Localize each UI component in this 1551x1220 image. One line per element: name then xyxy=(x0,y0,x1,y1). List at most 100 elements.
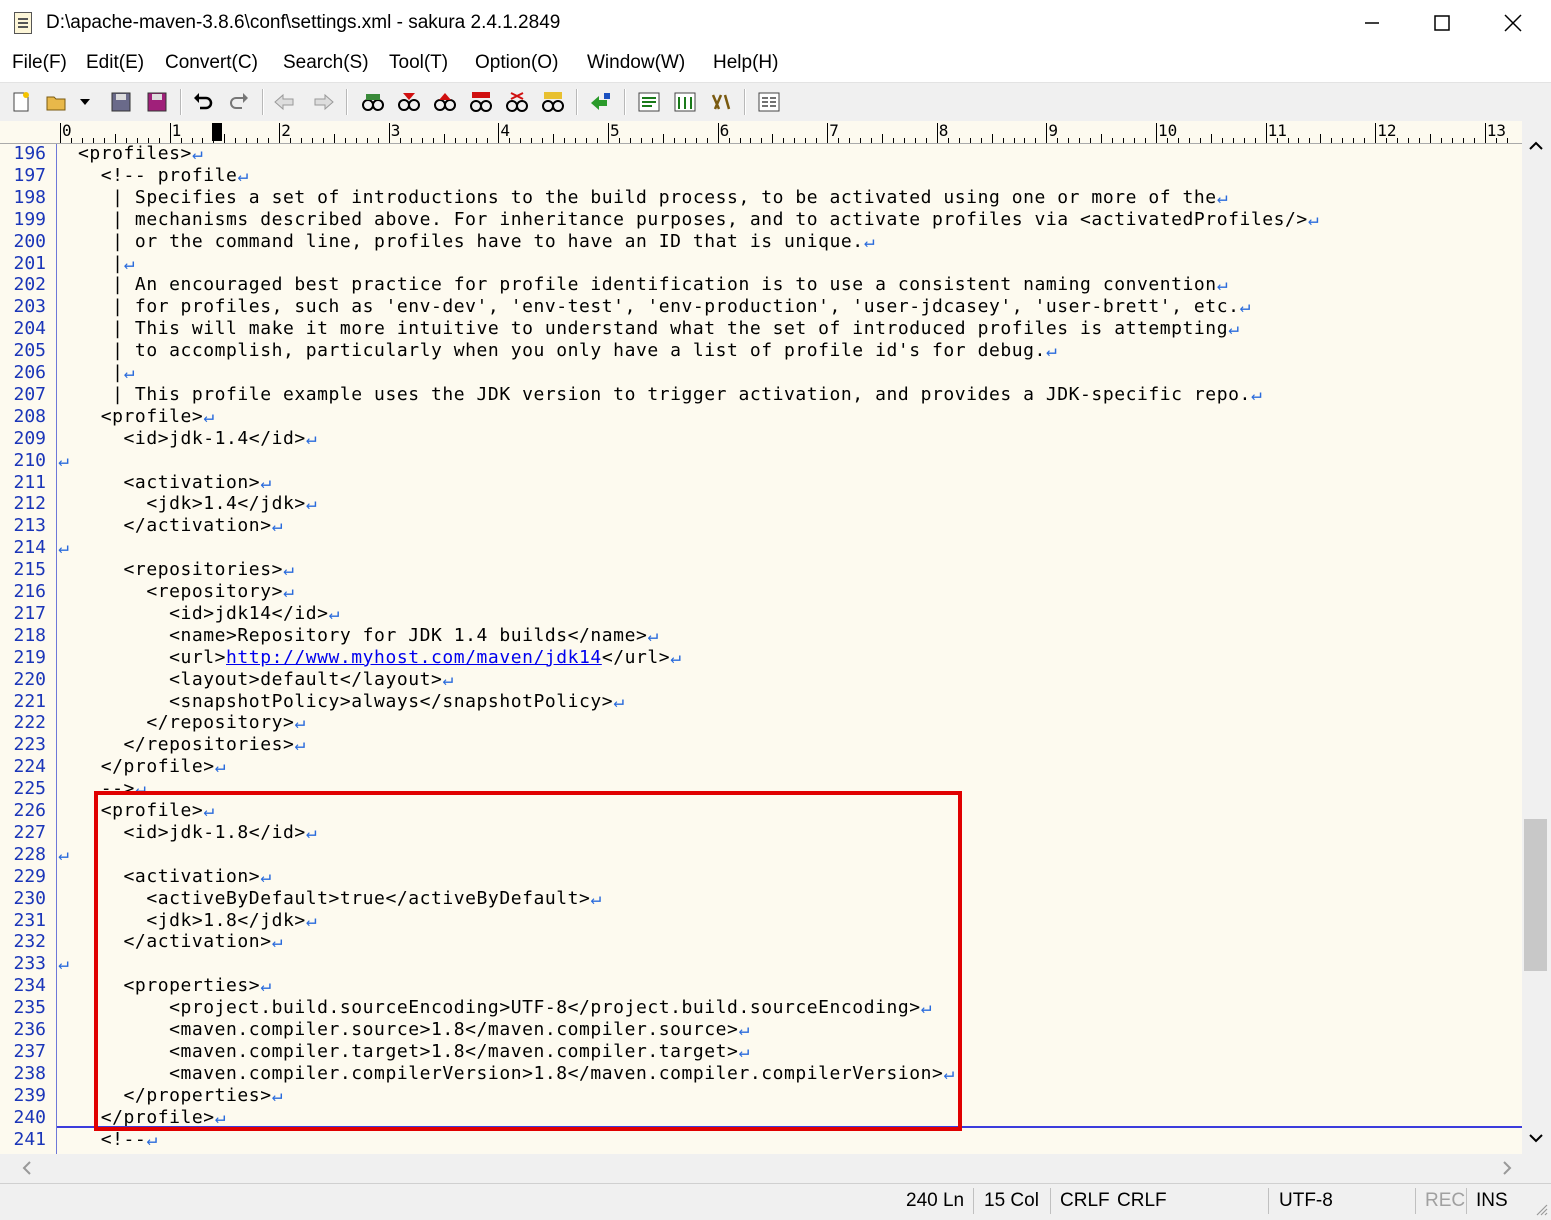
code-content: <name>Repository for JDK 1.4 builds</nam… xyxy=(78,624,648,646)
code-content: </profile> xyxy=(78,756,215,778)
eol-icon: ↵ xyxy=(670,646,682,668)
redo-button[interactable] xyxy=(226,89,252,115)
ruler-tick xyxy=(772,134,774,143)
jump-forward-button[interactable] xyxy=(310,89,336,115)
open-dropdown-button[interactable] xyxy=(76,89,94,115)
search-up-icon xyxy=(434,93,456,111)
ruler-tick xyxy=(279,123,281,143)
clear-highlight-button[interactable] xyxy=(504,89,530,115)
line-number: 203 xyxy=(13,296,46,318)
status-ins[interactable]: INS xyxy=(1476,1190,1508,1212)
save-button[interactable] xyxy=(108,89,134,115)
save-all-icon xyxy=(147,92,167,112)
jump-back-button[interactable] xyxy=(272,89,298,115)
code-line: 198 | Specifies a set of introductions t… xyxy=(0,187,1522,209)
code-line: 207 | This profile example uses the JDK … xyxy=(0,384,1522,406)
line-number: 198 xyxy=(13,186,46,208)
line-number: 199 xyxy=(13,208,46,230)
line-number: 224 xyxy=(13,756,46,778)
code-line: 217 <id>jdk14</id>↵ xyxy=(0,603,1522,625)
line-number: 202 xyxy=(13,274,46,296)
status-eol-2[interactable]: CRLF xyxy=(1117,1190,1167,1212)
undo-button[interactable] xyxy=(190,89,216,115)
line-number: 207 xyxy=(13,383,46,405)
outline-button[interactable] xyxy=(636,89,662,115)
line-number: 225 xyxy=(13,778,46,800)
code-content: <snapshotPolicy>always</snapshotPolicy> xyxy=(78,690,614,712)
open-file-button[interactable] xyxy=(44,89,70,115)
maximize-button[interactable] xyxy=(1407,0,1477,46)
search-button[interactable] xyxy=(360,89,386,115)
ruler-tick xyxy=(60,123,61,143)
toolbar-separator xyxy=(576,89,578,115)
line-number: 215 xyxy=(13,559,46,581)
search-prev-button[interactable] xyxy=(432,89,458,115)
line-number: 217 xyxy=(13,602,46,624)
menu-bar: File(F) Edit(E) Convert(C) Search(S) Too… xyxy=(0,48,1551,80)
ruler-tick xyxy=(1484,123,1486,143)
code-text: |↵ xyxy=(78,362,135,384)
code-line: 218 <name>Repository for JDK 1.4 builds<… xyxy=(0,625,1522,647)
line-number: 219 xyxy=(13,646,46,668)
url-link[interactable]: http://www.myhost.com/maven/jdk14 xyxy=(226,647,602,668)
tag-jump-button[interactable] xyxy=(588,89,614,115)
code-text: <profiles>↵ xyxy=(78,143,203,165)
menu-help[interactable]: Help(H) xyxy=(713,52,778,74)
status-eol[interactable]: CRLF xyxy=(1060,1190,1110,1212)
grep-button[interactable] xyxy=(540,89,566,115)
code-content: </repositories> xyxy=(78,734,295,756)
line-number: 220 xyxy=(13,668,46,690)
ruler-tick xyxy=(114,134,116,143)
ruler-tick xyxy=(608,123,609,143)
ruler-tick xyxy=(1156,123,1157,143)
menu-search[interactable]: Search(S) xyxy=(283,52,369,74)
new-file-button[interactable] xyxy=(8,89,34,115)
menu-edit[interactable]: Edit(E) xyxy=(86,52,144,74)
ruler-tick xyxy=(334,134,335,143)
status-encoding[interactable]: UTF-8 xyxy=(1279,1190,1333,1212)
code-line: 202 | An encouraged best practice for pr… xyxy=(0,274,1522,296)
code-text: <repositories>↵ xyxy=(78,559,294,581)
line-number: 204 xyxy=(13,318,46,340)
editor-area[interactable]: 0 1 2 3 4 5 6 7 8 9 10 11 12 13 196 <profiles>↵ 197 <!-… xyxy=(0,121,1522,1154)
code-text: | or the command line, profiles have to … xyxy=(78,231,875,253)
eol-icon: ↵ xyxy=(1216,186,1229,208)
menu-tool[interactable]: Tool(T) xyxy=(389,52,448,74)
code-content: | This profile example uses the JDK vers… xyxy=(78,383,1251,405)
vertical-scrollbar[interactable] xyxy=(1522,121,1551,1154)
vertical-scroll-thumb[interactable] xyxy=(1524,819,1547,971)
eol-icon: ↵ xyxy=(1250,383,1263,405)
menu-option[interactable]: Option(O) xyxy=(475,52,558,74)
ruler-tick xyxy=(498,123,500,143)
code-text: | mechanisms described above. For inheri… xyxy=(78,209,1319,231)
menu-convert[interactable]: Convert(C) xyxy=(165,52,258,74)
compare-button[interactable] xyxy=(672,89,698,115)
code-line: 221 <snapshotPolicy>always</snapshotPoli… xyxy=(0,691,1522,713)
code-content: | to accomplish, particularly when you o… xyxy=(78,340,1046,362)
replace-button[interactable] xyxy=(468,89,494,115)
settings-button[interactable] xyxy=(756,89,782,115)
save-all-button[interactable] xyxy=(144,89,170,115)
ruler-tick xyxy=(1430,134,1431,143)
menu-window[interactable]: Window(W) xyxy=(587,52,685,74)
code-text: ↵ xyxy=(58,450,69,472)
code-text: | An encouraged best practice for profil… xyxy=(78,274,1228,296)
menu-file[interactable]: File(F) xyxy=(12,52,67,74)
save-icon xyxy=(111,92,131,112)
close-button[interactable] xyxy=(1478,0,1548,46)
macro-button[interactable] xyxy=(708,89,734,115)
maximize-icon xyxy=(1434,15,1450,31)
tag-jump-icon xyxy=(591,93,610,110)
minimize-button[interactable] xyxy=(1337,0,1407,46)
redo-icon xyxy=(230,93,248,109)
line-number: 197 xyxy=(13,164,46,186)
code-line: 216 <repository>↵ xyxy=(0,581,1522,603)
code-line: 204 | This will make it more intuitive t… xyxy=(0,318,1522,340)
search-next-button[interactable] xyxy=(396,89,422,115)
status-separator xyxy=(1268,1188,1269,1214)
horizontal-scrollbar[interactable] xyxy=(0,1154,1522,1183)
code-text: </profile>↵ xyxy=(78,756,226,778)
ruler-tick xyxy=(553,134,555,143)
eol-icon: ↵ xyxy=(294,712,306,734)
line-number: 210 xyxy=(13,449,46,471)
